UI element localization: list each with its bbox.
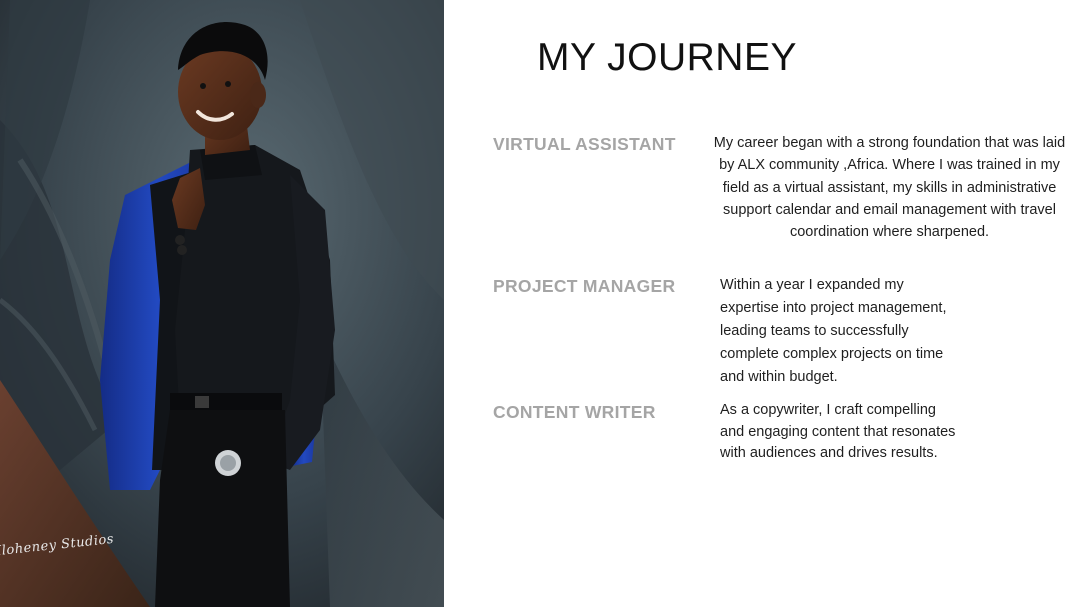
portrait-photo: Iloheney Studios	[0, 0, 444, 607]
role-description-virtual-assistant: My career began with a strong foundation…	[713, 135, 1066, 241]
journey-content: MY JOURNEY VIRTUAL ASSISTANT My career b…	[444, 0, 1080, 607]
role-description-project-manager: Within a year I expanded my expertise in…	[720, 277, 947, 385]
page-title: MY JOURNEY	[537, 36, 797, 79]
portrait-illustration	[0, 0, 444, 607]
role-description-content-writer: As a copywriter, I craft compelling and …	[720, 402, 956, 461]
role-title-project-manager: PROJECT MANAGER	[493, 276, 676, 296]
role-title-virtual-assistant: VIRTUAL ASSISTANT	[493, 134, 676, 154]
role-title-content-writer: CONTENT WRITER	[493, 402, 656, 422]
